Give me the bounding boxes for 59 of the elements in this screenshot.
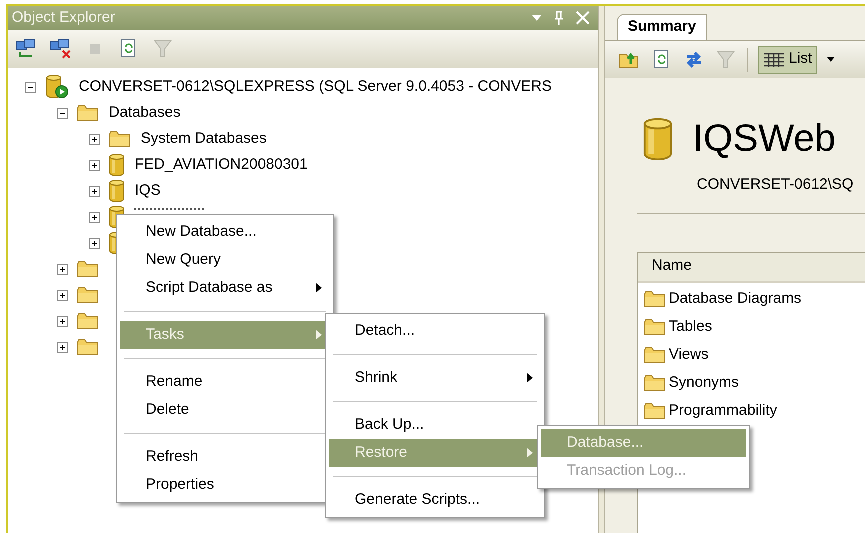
expand-box[interactable] xyxy=(57,342,68,352)
list-item[interactable]: Database Diagrams xyxy=(669,288,802,311)
menu-item[interactable]: Generate Scripts... xyxy=(329,486,541,514)
database-icon xyxy=(109,154,125,176)
server-path: CONVERSET-0612\SQ xyxy=(696,175,855,195)
folder-icon xyxy=(644,375,666,392)
database-title: IQSWeb xyxy=(693,120,836,158)
expand-box[interactable] xyxy=(89,238,100,248)
database-icon xyxy=(109,180,125,202)
collapse-box[interactable] xyxy=(57,108,68,118)
folder-icon xyxy=(109,130,131,148)
tree-item[interactable]: Databases xyxy=(108,102,182,124)
expand-box[interactable] xyxy=(57,316,68,326)
list-icon xyxy=(763,52,785,68)
list-item[interactable]: Programmability xyxy=(669,400,778,423)
folder-icon xyxy=(77,312,99,330)
menu-item[interactable]: Script Database as xyxy=(120,274,330,302)
column-header[interactable]: Name xyxy=(638,252,865,282)
list-view-button[interactable]: List xyxy=(758,46,818,74)
pin-icon[interactable] xyxy=(554,11,564,25)
folder-icon xyxy=(644,347,666,364)
submenu-arrow-icon xyxy=(316,330,322,340)
folder-icon xyxy=(77,104,99,122)
expand-box[interactable] xyxy=(89,212,100,222)
summary-tab[interactable]: Summary xyxy=(617,14,708,40)
menu-item[interactable]: Shrink xyxy=(329,364,541,392)
tree-item[interactable]: System Databases xyxy=(140,128,268,150)
submenu-arrow-icon xyxy=(527,373,533,383)
menu-item[interactable]: New Query xyxy=(120,246,330,274)
submenu-arrow-icon xyxy=(527,448,533,458)
tree-item[interactable]: IQS xyxy=(134,180,162,202)
list-item[interactable]: Views xyxy=(669,344,709,367)
list-item[interactable]: Synonyms xyxy=(669,372,740,395)
expand-box[interactable] xyxy=(89,134,100,144)
server-icon xyxy=(45,75,69,99)
submenu-arrow-icon xyxy=(316,283,322,293)
disconnect-icon[interactable] xyxy=(50,39,72,59)
database-icon xyxy=(643,118,673,160)
expand-box[interactable] xyxy=(89,160,100,170)
close-icon[interactable] xyxy=(576,11,590,25)
folder-icon xyxy=(77,260,99,278)
expand-box[interactable] xyxy=(89,186,100,196)
tree-item[interactable]: CONVERSET-0612\SQLEXPRESS (SQL Server 9.0.4053 - CONVERS xyxy=(78,76,553,98)
folder-icon xyxy=(77,286,99,304)
menu-item[interactable]: Back Up... xyxy=(329,411,541,439)
tree-item[interactable]: FED_AVIATION20080301 xyxy=(134,154,309,176)
dropdown-icon[interactable] xyxy=(827,57,836,62)
folder-icon xyxy=(644,403,666,420)
expand-box[interactable] xyxy=(57,290,68,300)
folder-icon xyxy=(644,319,666,336)
collapse-box[interactable] xyxy=(25,82,36,92)
connect-icon[interactable] xyxy=(16,39,38,59)
folder-icon xyxy=(77,338,99,356)
panel-title: Object Explorer xyxy=(12,8,116,28)
menu-item[interactable]: Detach... xyxy=(329,317,541,345)
folder-icon xyxy=(644,291,666,308)
list-item[interactable]: Tables xyxy=(669,316,712,339)
expand-box[interactable] xyxy=(57,264,68,274)
menu-item[interactable]: New Database... xyxy=(120,218,330,246)
